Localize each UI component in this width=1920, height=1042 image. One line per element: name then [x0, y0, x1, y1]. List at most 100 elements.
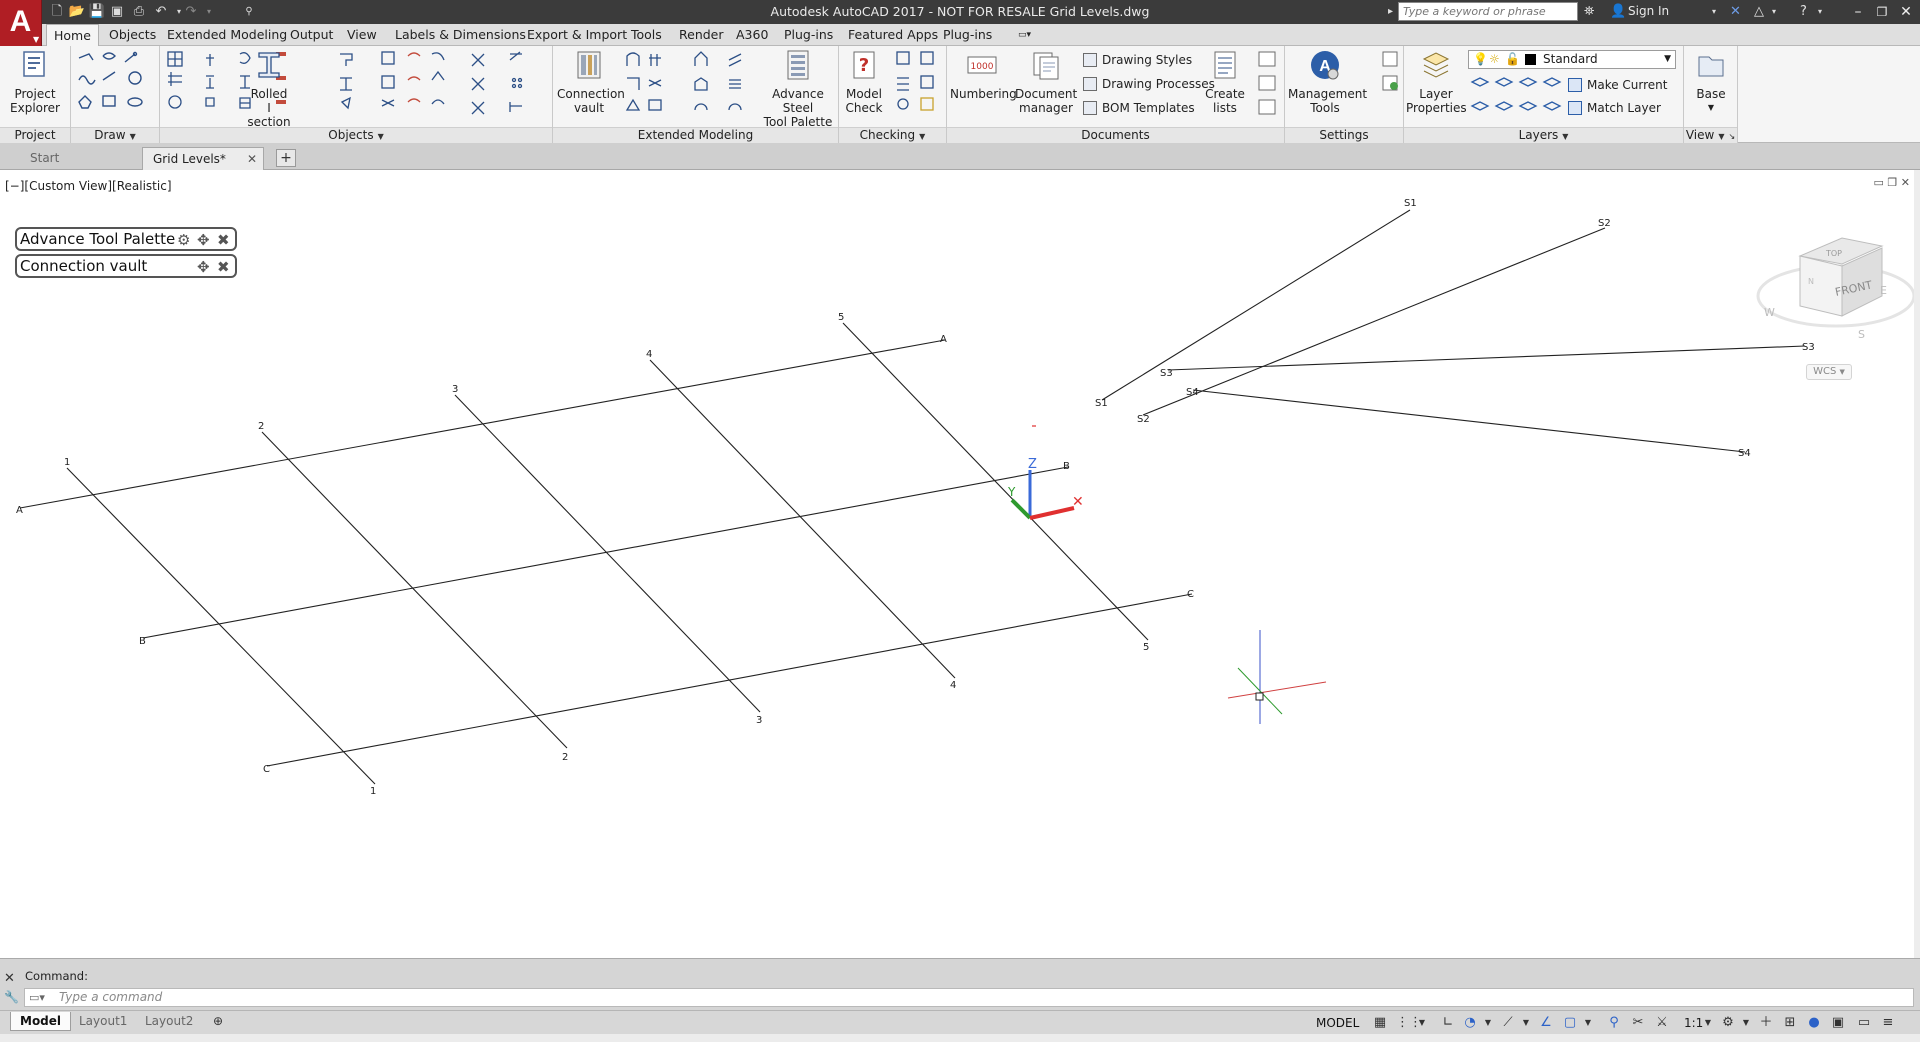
tab-plug-ins[interactable]: Plug-ins	[777, 24, 840, 46]
customize-wrench-icon[interactable]: 🔧	[4, 990, 19, 1004]
snap-dropdown-icon[interactable]: ▼	[1414, 1015, 1430, 1031]
checking-tools-icons[interactable]	[895, 50, 943, 120]
graphics-performance-icon[interactable]: ▣	[1830, 1015, 1846, 1031]
make-current-button[interactable]: Make Current	[1568, 76, 1668, 94]
object-snap-icon[interactable]: ▢	[1562, 1015, 1578, 1031]
layer-properties-button[interactable]: Layer Properties	[1406, 49, 1467, 115]
tab-output[interactable]: Output	[283, 24, 340, 46]
advance-steel-tool-palette-button[interactable]: Advance Steel Tool Palette	[759, 49, 837, 129]
annotation-scale-icon[interactable]: ⚔	[1654, 1015, 1670, 1031]
a360-dropdown-icon[interactable]: ▾	[1772, 3, 1776, 21]
panel-title-view[interactable]: View ▼ ↘	[1684, 127, 1737, 143]
compass-north-label[interactable]: N	[1808, 277, 1814, 286]
create-lists-button[interactable]: Create lists	[1205, 49, 1245, 115]
units-icon[interactable]: ⊞	[1782, 1015, 1798, 1031]
compass-west-label[interactable]: W	[1764, 306, 1775, 319]
tab-start[interactable]: Start	[20, 147, 140, 170]
help-dropdown-icon[interactable]: ▾	[1818, 3, 1822, 21]
tab-render[interactable]: Render	[672, 24, 731, 46]
layer-tools-icons[interactable]	[1470, 74, 1570, 120]
viewcube[interactable]: FRONT TOP W S E N	[1756, 237, 1916, 341]
workspace-gear-icon[interactable]: ⚙	[1720, 1015, 1736, 1031]
bom-templates-button[interactable]: BOM Templates	[1083, 99, 1195, 117]
polar-dropdown-icon[interactable]: ▼	[1480, 1015, 1496, 1031]
tab-objects[interactable]: Objects	[102, 24, 163, 46]
settings-small-icons[interactable]	[1381, 50, 1401, 96]
base-view-button[interactable]: Base ▼	[1686, 49, 1736, 115]
close-command-line-icon[interactable]: ✕	[4, 971, 15, 986]
connection-vault-button[interactable]: Connection vault	[557, 49, 625, 115]
panel-title-checking[interactable]: Checking ▼	[839, 127, 946, 143]
command-input[interactable]: ▭▾ Type a command	[24, 988, 1914, 1007]
model-check-button[interactable]: ? Model Check	[841, 49, 887, 115]
panel-title-objects[interactable]: Objects ▼	[160, 127, 552, 143]
tab-featured-apps[interactable]: Featured Apps	[841, 24, 945, 46]
project-explorer-button[interactable]: Project Explorer	[2, 49, 68, 115]
compass-east-label[interactable]: E	[1880, 284, 1887, 297]
tab-a360[interactable]: A360	[729, 24, 775, 46]
autoscale-icon[interactable]: ✂	[1630, 1015, 1646, 1031]
close-window-icon[interactable]: ✕	[1894, 2, 1918, 22]
minimize-icon[interactable]: –	[1846, 2, 1870, 22]
open-file-icon[interactable]: 📂	[68, 3, 86, 21]
new-tab-button[interactable]: +	[276, 149, 296, 167]
layout-tab-model[interactable]: Model	[10, 1012, 72, 1031]
object-snap-dropdown-icon[interactable]: ▼	[1580, 1015, 1596, 1031]
close-tab-icon[interactable]: ✕	[247, 148, 257, 170]
help-icon[interactable]: ?	[1800, 3, 1807, 21]
base-view-dropdown-icon[interactable]: ▼	[1686, 101, 1736, 115]
tab-plug-ins-2[interactable]: Plug-ins	[936, 24, 999, 46]
customization-menu-icon[interactable]: ≡	[1880, 1015, 1896, 1031]
model-space-button[interactable]: MODEL	[1316, 1016, 1359, 1030]
document-manager-button[interactable]: Document manager	[1015, 49, 1077, 115]
user-icon[interactable]: 👤	[1610, 3, 1626, 21]
tab-grid-levels[interactable]: Grid Levels* ✕	[142, 147, 264, 170]
layout-tab-layout1[interactable]: Layout1	[70, 1012, 136, 1031]
new-file-icon[interactable]: 🗋	[48, 3, 66, 21]
sign-in-button[interactable]: Sign In	[1628, 4, 1669, 18]
snap-mode-icon[interactable]: ⋮⋮	[1396, 1015, 1422, 1031]
grid-display-icon[interactable]: ▦	[1372, 1015, 1388, 1031]
tab-extended-modeling[interactable]: Extended Modeling	[160, 24, 294, 46]
management-tools-button[interactable]: A Management Tools	[1288, 49, 1367, 115]
tab-tools[interactable]: Tools	[624, 24, 669, 46]
ucs-icon[interactable]: Z Y ✕	[1007, 457, 1084, 520]
clean-screen-icon[interactable]: ▭	[1856, 1015, 1872, 1031]
ortho-icon[interactable]: ∟	[1440, 1015, 1456, 1031]
annotation-monitor-icon[interactable]: ＋	[1758, 1015, 1774, 1031]
binoculars-icon[interactable]: ⛯	[1584, 3, 1594, 21]
plot-icon[interactable]: ⎙	[130, 3, 148, 21]
tab-export-import[interactable]: Export & Import	[520, 24, 634, 46]
sign-in-dropdown-icon[interactable]: ▾	[1712, 3, 1716, 21]
extended-modeling-icons[interactable]	[625, 50, 757, 120]
search-expand-icon[interactable]: ▸	[1388, 3, 1393, 21]
numbering-button[interactable]: 1000 Numbering	[950, 49, 1017, 101]
layout-tab-layout2[interactable]: Layout2	[136, 1012, 202, 1031]
scale-dropdown-icon[interactable]: ▼	[1700, 1015, 1716, 1031]
save-as-icon[interactable]: ▣	[108, 3, 126, 21]
panel-title-layers[interactable]: Layers ▼	[1404, 127, 1683, 143]
isodraft-icon[interactable]: ⟋	[1500, 1015, 1516, 1031]
object-tools-icons-2[interactable]	[338, 50, 550, 120]
restore-icon[interactable]: ❐	[1870, 2, 1894, 22]
help-search-input[interactable]	[1398, 2, 1578, 21]
drawing-processes-button[interactable]: Drawing Processes	[1083, 75, 1215, 93]
tab-labels-dimensions[interactable]: Labels & Dimensions	[388, 24, 533, 46]
panel-title-draw[interactable]: Draw ▼	[71, 127, 159, 143]
a360-icon[interactable]: △	[1754, 3, 1764, 21]
object-snap-tracking-icon[interactable]: ∠	[1538, 1015, 1554, 1031]
customize-quick-access-icon[interactable]: ⚲	[240, 3, 258, 21]
isolate-objects-icon[interactable]: ●	[1806, 1015, 1822, 1031]
annotation-visibility-icon[interactable]: ⚲	[1606, 1015, 1622, 1031]
rolled-i-section-button[interactable]: Rolled I section	[244, 49, 294, 129]
layer-dropdown[interactable]: 💡 ☼ 🔓 Standard ▼	[1468, 50, 1676, 69]
redo-dropdown-icon[interactable]: ▾	[200, 3, 218, 21]
command-prompt-icon[interactable]: ▭▾	[29, 989, 45, 1006]
polar-tracking-icon[interactable]: ◔	[1462, 1015, 1478, 1031]
ribbon-minimize-toggle-icon[interactable]: ▭▾	[1011, 24, 1038, 46]
workspace-dropdown-icon[interactable]: ▼	[1738, 1015, 1754, 1031]
drawing-area[interactable]: [−][Custom View][Realistic] Advance Tool…	[0, 170, 1920, 958]
draw-tools-icons[interactable]	[75, 50, 159, 120]
vertical-scrollbar[interactable]	[1914, 170, 1920, 958]
document-export-icons[interactable]	[1257, 50, 1279, 120]
